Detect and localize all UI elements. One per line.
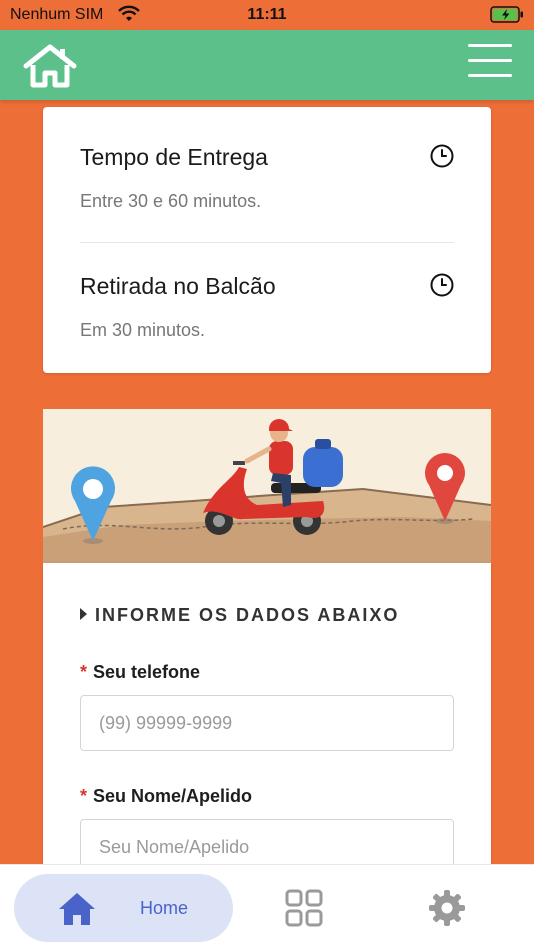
gear-icon (429, 890, 465, 926)
clock-time: 11:11 (247, 6, 287, 23)
nav-settings-tab[interactable] (428, 889, 466, 927)
form-heading: INFORME OS DADOS ABAIXO (80, 605, 399, 626)
header-home-button[interactable] (22, 44, 78, 88)
pickup-time-title: Retirada no Balcão (80, 273, 276, 299)
nav-categories-tab[interactable] (285, 889, 323, 927)
required-mark: * (80, 786, 88, 806)
hamburger-menu-icon (468, 44, 512, 47)
delivery-time-value: Entre 30 e 60 minutos. (80, 191, 262, 211)
form-heading-text: INFORME OS DADOS ABAIXO (95, 605, 400, 625)
delivery-time-row: Tempo de Entrega Entre 30 e 60 minutos. (80, 144, 454, 211)
delivery-time-title: Tempo de Entrega (80, 144, 268, 170)
phone-label: * Seu telefone (80, 662, 200, 683)
home-icon (59, 893, 95, 925)
delivery-times-card: Tempo de Entrega Entre 30 e 60 minutos. … (43, 107, 491, 373)
battery-icon (490, 6, 524, 28)
bottom-navigation: Home (0, 864, 534, 950)
delivery-scooter-illustration (43, 409, 491, 563)
status-bar: Nenhum SIM 11:11 (0, 0, 534, 30)
customer-data-form: INFORME OS DADOS ABAIXO *Seu telefone *S… (43, 563, 491, 883)
nav-home-tab[interactable]: Home (14, 874, 233, 942)
name-label-text: Seu Nome/Apelido (93, 786, 253, 806)
clock-icon (430, 273, 454, 297)
clock-icon (430, 144, 454, 168)
caret-right-icon (80, 608, 87, 620)
hamburger-menu-button[interactable] (468, 44, 512, 78)
phone-label-text: Seu telefone (93, 662, 201, 682)
pickup-time-row: Retirada no Balcão Em 30 minutos. (80, 273, 454, 340)
name-label: * Seu Nome/Apelido (80, 786, 252, 807)
divider (80, 242, 454, 243)
required-mark: * (80, 662, 88, 682)
nav-home-label: Home (140, 898, 189, 918)
app-header (0, 30, 534, 100)
pickup-time-value: Em 30 minutos. (80, 320, 206, 340)
grid-icon (285, 889, 323, 927)
phone-input[interactable] (80, 695, 454, 751)
home-icon (23, 44, 77, 88)
